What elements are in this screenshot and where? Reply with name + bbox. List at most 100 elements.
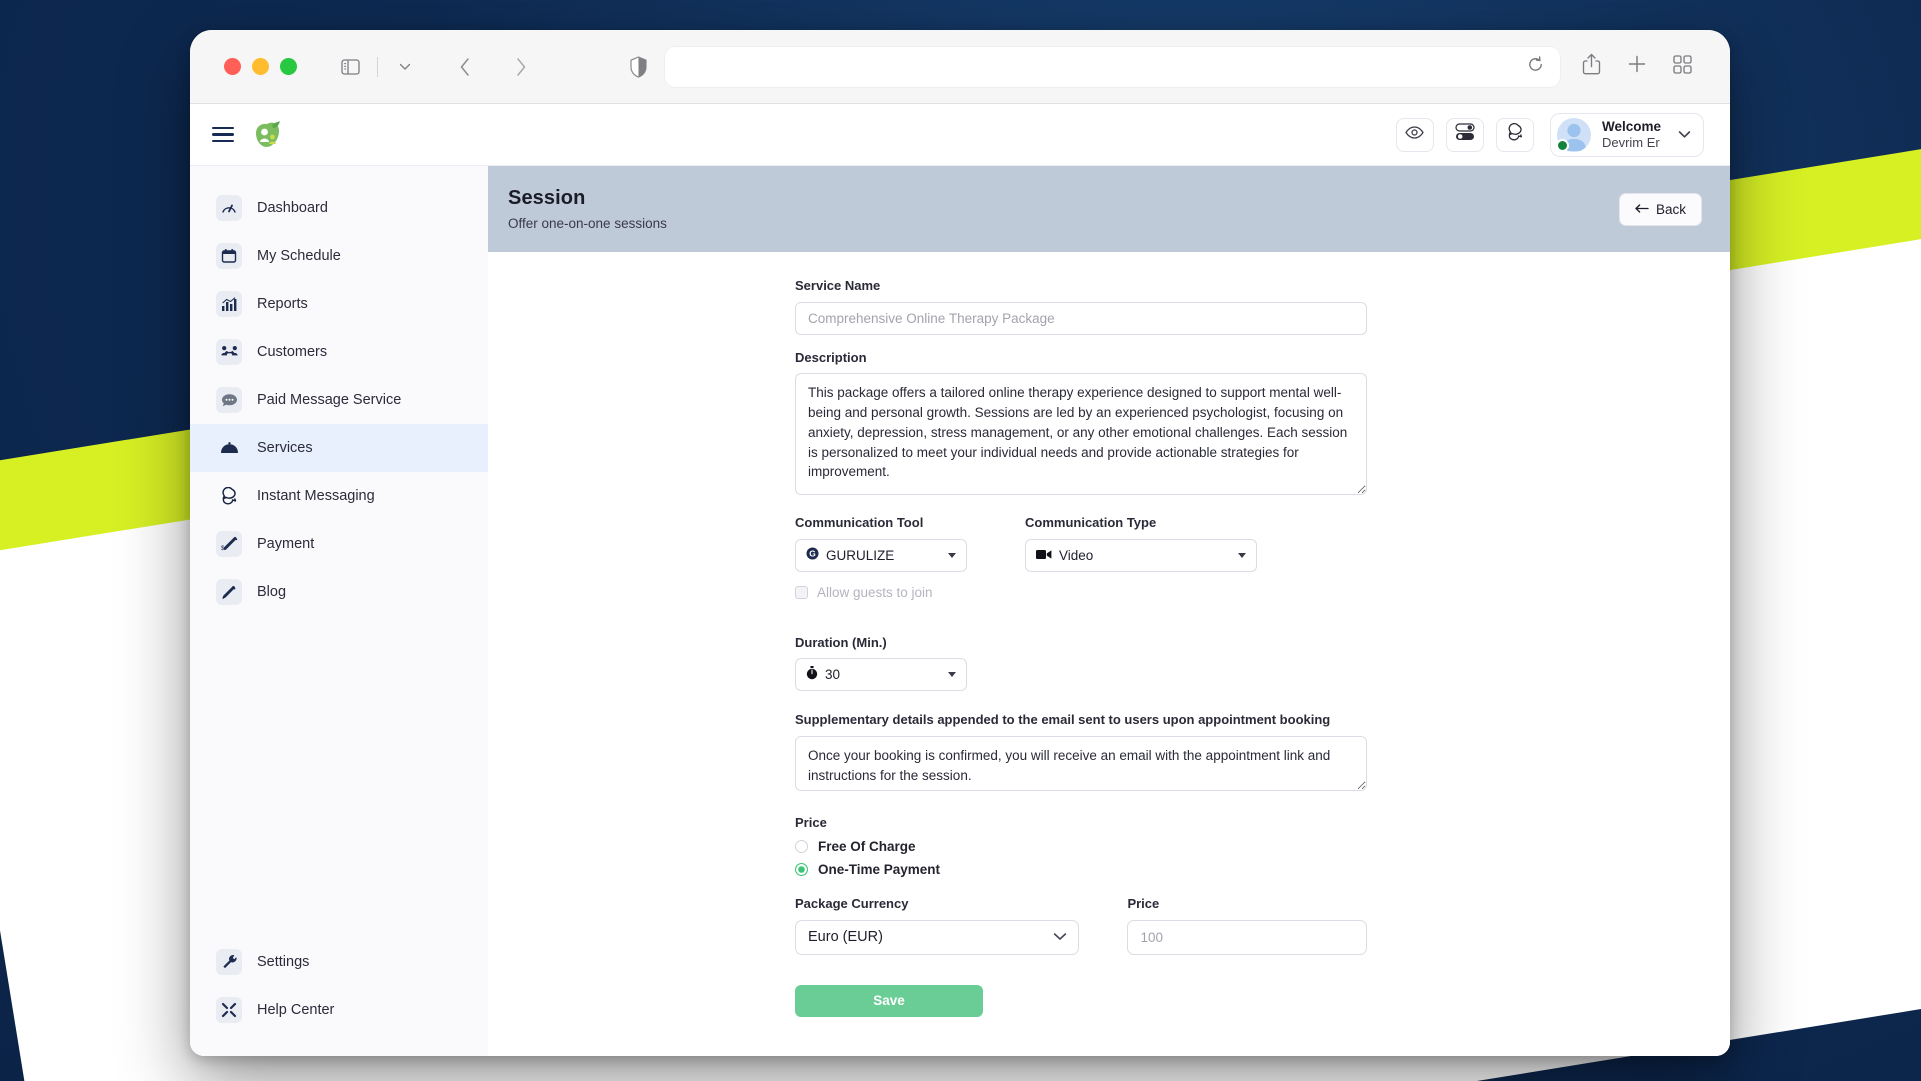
gurulize-g-icon: G (806, 547, 819, 563)
back-button-label: Back (1655, 201, 1686, 217)
free-of-charge-radio[interactable] (795, 840, 808, 854)
arrow-left-icon (1635, 202, 1649, 217)
save-button[interactable]: Save (795, 984, 983, 1017)
maximize-window-button[interactable] (280, 58, 297, 75)
chevron-down-icon (948, 552, 956, 558)
service-name-input[interactable] (795, 301, 1367, 335)
supplementary-textarea[interactable] (795, 735, 1367, 791)
preview-eye-button[interactable] (1395, 117, 1434, 152)
communication-type-field: Communication Type Video (1025, 514, 1257, 600)
currency-price-row: Package Currency Euro (EUR) Price 100 (795, 895, 1367, 969)
sidebar-item-label: Services (257, 440, 313, 456)
tab-overview-icon[interactable] (1673, 54, 1692, 79)
price-section-label: Price (795, 814, 827, 830)
settings-toggle-button[interactable] (1445, 117, 1484, 152)
chevron-down-icon[interactable] (1678, 126, 1691, 144)
sidebar-item-reports[interactable]: Reports (190, 280, 488, 328)
chevron-down-icon[interactable] (388, 50, 422, 84)
minimize-window-button[interactable] (252, 58, 269, 75)
browser-window: Welcome Devrim Er Dashboard My Schedule … (190, 30, 1730, 1056)
sidebar-item-label: Reports (257, 296, 308, 312)
one-time-payment-label: One-Time Payment (818, 862, 941, 878)
sidebar-item-my-schedule[interactable]: My Schedule (190, 232, 488, 280)
sidebar-item-instant-messaging[interactable]: Instant Messaging (190, 472, 488, 520)
allow-guests-row[interactable]: Allow guests to join (795, 585, 967, 600)
hamburger-menu-icon[interactable] (212, 126, 234, 143)
sidebar-item-label: Dashboard (257, 200, 328, 216)
communication-type-select[interactable]: Video (1025, 538, 1257, 572)
gurulize-logo[interactable] (252, 120, 282, 150)
sidebar-item-label: Instant Messaging (257, 488, 375, 504)
back-button[interactable]: Back (1618, 192, 1702, 226)
help-center-icon (216, 997, 242, 1023)
sidebar-item-label: Payment (257, 536, 315, 552)
profile-welcome-label: Welcome (1601, 118, 1661, 134)
sidebar-item-dashboard[interactable]: Dashboard (190, 184, 488, 232)
gauge-icon (216, 195, 242, 221)
allow-guests-checkbox[interactable] (795, 585, 808, 599)
chat-bubbles-icon (1505, 123, 1525, 146)
package-currency-field: Package Currency Euro (EUR) (795, 895, 1080, 955)
form-scroll-area: Service Name Description Communication T… (488, 252, 1730, 1056)
app-body: Dashboard My Schedule Reports Customers … (190, 166, 1730, 1056)
description-field: Description (795, 349, 1367, 501)
chevron-down-icon (1238, 552, 1246, 558)
forward-arrow-icon[interactable] (504, 50, 538, 84)
sidebar: Dashboard My Schedule Reports Customers … (190, 166, 488, 1056)
sidebar-item-customers[interactable]: Customers (190, 328, 488, 376)
communication-tool-label: Communication Tool (795, 515, 924, 531)
sidebar-item-paid-message-service[interactable]: Paid Message Service (190, 376, 488, 424)
sidebar-item-blog[interactable]: Blog (190, 568, 488, 616)
sidebar-nav-list: Dashboard My Schedule Reports Customers … (190, 184, 488, 616)
sidebar-item-help-center[interactable]: Help Center (190, 986, 488, 1034)
price-amount-input[interactable] (1127, 919, 1367, 955)
eye-icon (1405, 125, 1425, 144)
communication-row: Communication Tool G GURULIZE Allow gues… (795, 514, 1367, 614)
user-profile-menu[interactable]: Welcome Devrim Er (1549, 112, 1704, 157)
sidebar-toggle-icon[interactable] (333, 50, 367, 84)
communication-type-value: Video (1059, 547, 1094, 563)
reload-icon[interactable] (1527, 55, 1544, 78)
browser-toolbar (190, 30, 1730, 104)
service-dome-icon (216, 435, 242, 461)
page-banner: Session Offer one-on-one sessions Back (488, 166, 1730, 252)
payment-icon: $ (216, 531, 242, 557)
customers-icon (216, 339, 242, 365)
sidebar-item-settings[interactable]: Settings (190, 938, 488, 986)
price-amount-label: Price (1127, 896, 1160, 912)
address-bar[interactable] (665, 46, 1560, 87)
supplementary-label: Supplementary details appended to the em… (795, 712, 1331, 728)
communication-tool-value: GURULIZE (826, 547, 895, 563)
sidebar-item-services[interactable]: Services (190, 424, 488, 472)
window-traffic-lights[interactable] (224, 58, 297, 75)
plus-icon[interactable] (1627, 54, 1647, 79)
price-option-free[interactable]: Free Of Charge (795, 839, 1367, 854)
wrench-icon (216, 949, 242, 975)
service-name-field: Service Name (795, 277, 1367, 335)
sidebar-item-label: Paid Message Service (257, 392, 402, 408)
communication-type-label: Communication Type (1025, 515, 1157, 531)
back-arrow-icon[interactable] (448, 50, 482, 84)
close-window-button[interactable] (224, 58, 241, 75)
free-of-charge-label: Free Of Charge (818, 839, 916, 855)
main-content: Session Offer one-on-one sessions Back S… (488, 166, 1730, 1056)
communication-tool-select[interactable]: G GURULIZE (795, 538, 967, 572)
sidebar-item-label: My Schedule (257, 248, 341, 264)
privacy-shield-icon[interactable] (630, 55, 647, 78)
communication-tool-field: Communication Tool G GURULIZE Allow gues… (795, 514, 967, 600)
sidebar-bottom-nav: Settings Help Center (190, 938, 488, 1056)
share-icon[interactable] (1582, 53, 1601, 80)
sidebar-item-payment[interactable]: $ Payment (190, 520, 488, 568)
price-option-one-time[interactable]: One-Time Payment (795, 862, 1367, 877)
supplementary-field: Supplementary details appended to the em… (795, 711, 1367, 796)
one-time-payment-radio[interactable] (795, 863, 808, 877)
session-form: Service Name Description Communication T… (795, 252, 1367, 1017)
package-currency-select[interactable]: Euro (EUR) (795, 919, 1080, 955)
price-type-field: Price Free Of Charge One-Time Payment (795, 814, 1367, 877)
duration-select[interactable]: 30 (795, 658, 967, 692)
description-textarea[interactable] (795, 373, 1367, 496)
profile-user-name: Devrim Er (1601, 134, 1660, 150)
messages-button[interactable] (1495, 117, 1534, 152)
sidebar-item-label: Help Center (257, 1002, 335, 1018)
